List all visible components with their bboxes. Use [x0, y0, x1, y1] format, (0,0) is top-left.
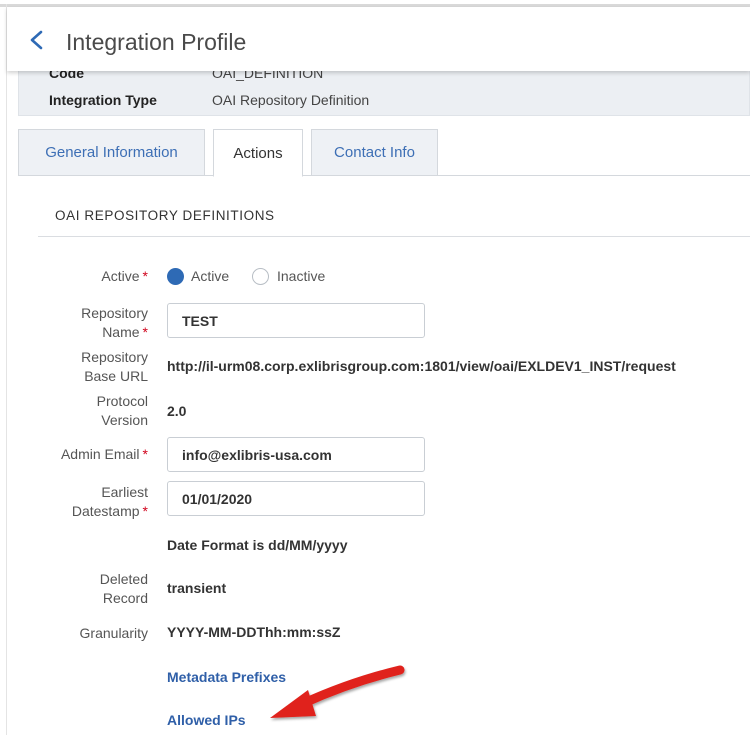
admin-email-input[interactable]	[167, 437, 425, 472]
granularity-label: Granularity	[79, 625, 148, 641]
granularity-value: YYYY-MM-DDThh:mm:ssZ	[167, 624, 341, 640]
inactive-radio[interactable]	[252, 268, 269, 285]
repository-name-label-line1: Repository	[81, 305, 148, 321]
tab-actions[interactable]: Actions	[213, 129, 303, 177]
integration-type-value: OAI Repository Definition	[212, 92, 370, 108]
integration-type-label: Integration Type	[49, 92, 157, 108]
repository-base-url-value: http://il-urm08.corp.exlibrisgroup.com:1…	[167, 358, 676, 374]
header-bar: Integration Profile	[7, 7, 750, 71]
protocol-version-label-line2: Version	[101, 412, 148, 428]
tab-contact-info[interactable]: Contact Info	[311, 129, 438, 176]
active-label-text: Active	[101, 268, 140, 284]
repository-name-input[interactable]	[167, 303, 425, 338]
repository-name-label-line2: Name	[102, 324, 140, 340]
page-title: Integration Profile	[66, 29, 247, 55]
admin-email-label: Admin Email *	[61, 445, 148, 464]
allowed-ips-link[interactable]: Allowed IPs	[167, 712, 246, 728]
tab-general-information[interactable]: General Information	[18, 129, 205, 176]
repository-base-url-label-line2: Base URL	[84, 368, 148, 384]
repository-name-label: Repository Name *	[81, 304, 148, 342]
earliest-datestamp-label-line2: Datestamp	[71, 503, 140, 519]
required-mark: *	[142, 446, 148, 462]
protocol-version-label-line1: Protocol	[96, 393, 148, 409]
required-mark: *	[142, 324, 148, 340]
inactive-radio-label[interactable]: Inactive	[277, 268, 325, 284]
active-label: Active *	[101, 267, 148, 286]
deleted-record-label: Deleted Record	[100, 570, 148, 608]
repository-base-url-label: Repository Base URL	[81, 348, 148, 386]
protocol-version-value: 2.0	[167, 403, 187, 419]
active-radio-label[interactable]: Active	[191, 268, 229, 284]
chevron-left-icon[interactable]	[27, 29, 47, 51]
date-format-note: Date Format is dd/MM/yyyy	[167, 537, 348, 553]
deleted-record-value: transient	[167, 580, 227, 596]
required-mark: *	[142, 503, 148, 519]
summary-type-row: Integration Type OAI Repository Definitio…	[49, 92, 369, 108]
section-title: OAI REPOSITORY DEFINITIONS	[55, 208, 275, 223]
deleted-record-label-line2: Record	[102, 590, 148, 606]
admin-email-label-text: Admin Email	[60, 446, 140, 462]
earliest-datestamp-label: Earliest Datestamp *	[72, 483, 148, 521]
required-mark: *	[142, 268, 148, 284]
earliest-datestamp-input[interactable]	[167, 481, 425, 516]
page-frame-left	[6, 4, 7, 735]
protocol-version-label: Protocol Version	[97, 392, 148, 430]
red-arrow-icon	[260, 660, 410, 730]
section-divider	[38, 236, 750, 237]
repository-base-url-label-line1: Repository	[81, 349, 148, 365]
earliest-datestamp-label-line1: Earliest	[101, 484, 148, 500]
active-radio[interactable]	[167, 268, 184, 285]
tab-bar: General Information Actions Contact Info	[18, 129, 750, 177]
deleted-record-label-line1: Deleted	[99, 571, 148, 587]
